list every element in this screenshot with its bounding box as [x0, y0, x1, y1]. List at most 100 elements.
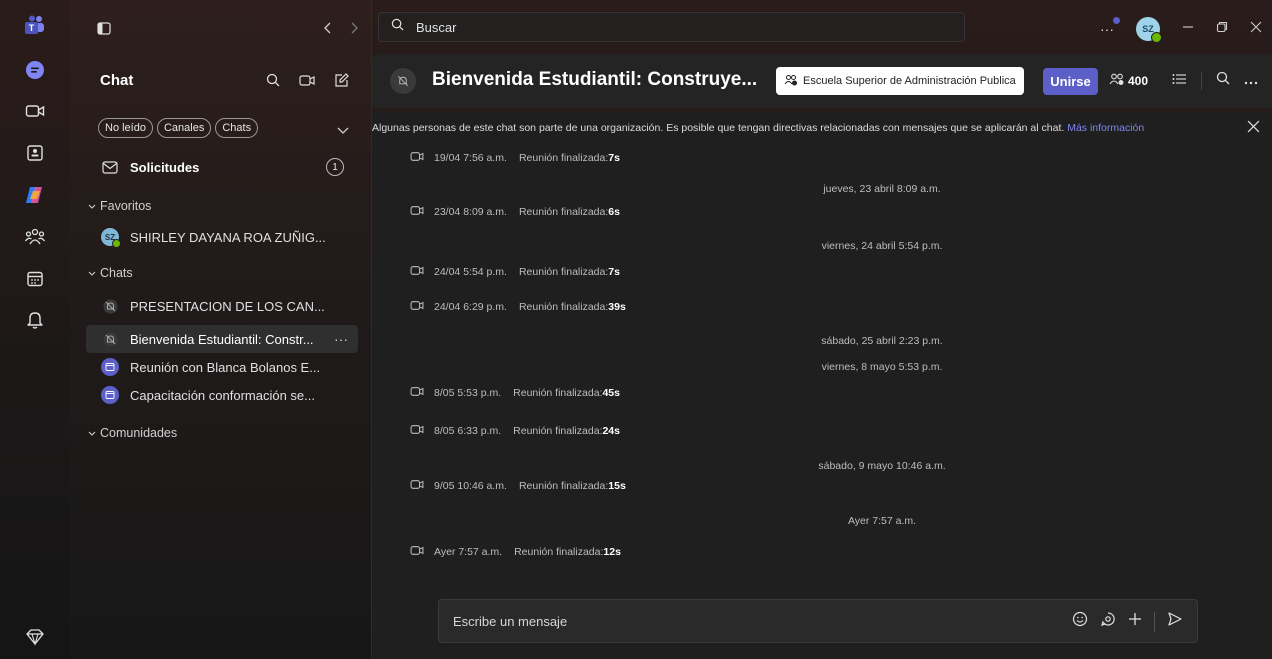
avatar: SZ [101, 228, 121, 248]
participants-button[interactable]: 400 [1109, 73, 1148, 89]
loop-icon[interactable] [1100, 611, 1116, 632]
event-timestamp: 24/04 5:54 p.m. [434, 266, 507, 278]
filter-chats[interactable]: Chats [215, 118, 259, 138]
event-timestamp: 23/04 8:09 a.m. [434, 206, 507, 218]
chats-section-toggle[interactable]: Chats [88, 266, 133, 280]
search-placeholder: Buscar [416, 19, 457, 35]
event-duration: 24s [602, 425, 620, 437]
favorites-section-toggle[interactable]: Favoritos [88, 199, 151, 213]
premium-diamond-icon[interactable] [22, 624, 48, 650]
meeting-ended-event: 9/05 10:46 a.m. Reunión finalizada: 15s [410, 479, 626, 493]
date-separator: sábado, 25 abril 2:23 p.m. [821, 335, 943, 347]
event-text: Reunión finalizada: [514, 546, 604, 558]
filter-channels[interactable]: Canales [156, 118, 212, 138]
learn-more-link[interactable]: Más información [1067, 122, 1144, 134]
chat-item[interactable]: Reunión con Blanca Bolanos E... [86, 353, 358, 381]
event-text: Reunión finalizada: [518, 152, 609, 164]
composer-placeholder: Escribe un mensaje [453, 613, 568, 629]
chevron-down-icon[interactable] [333, 121, 353, 141]
video-camera-icon [410, 300, 424, 314]
teams-logo-icon[interactable]: T [22, 12, 48, 38]
date-separator: viernes, 8 mayo 5:53 p.m. [821, 361, 943, 373]
chat-list-pane: Chat No leído Canales Chats Solicitudes … [70, 0, 372, 659]
event-timestamp: Ayer 7:57 a.m. [434, 546, 503, 558]
join-button[interactable]: Unirse [1043, 68, 1098, 95]
settings-more-button[interactable]: ··· [1100, 17, 1120, 37]
organization-badge[interactable]: Escuela Superior de Administración Publi… [776, 67, 1024, 95]
chat-item-label: Bienvenida Estudiantil: Constr... [130, 331, 314, 347]
forward-arrow-icon[interactable] [344, 18, 364, 38]
communities-section-toggle[interactable]: Comunidades [88, 426, 177, 440]
chat-pane-title: Chat [100, 72, 134, 89]
message-list: 19/04 7:56 a.m. Reunión finalizada: 7s jue… [372, 144, 1272, 659]
communities-icon[interactable] [22, 224, 48, 250]
video-camera-icon [410, 265, 424, 279]
event-text: Reunión finalizada: [518, 206, 609, 218]
event-timestamp: 19/04 7:56 a.m. [434, 152, 507, 164]
minimize-icon[interactable] [1182, 20, 1194, 38]
search-icon[interactable] [1216, 71, 1230, 90]
chat-item[interactable]: Capacitación conformación se... [86, 381, 358, 409]
event-duration: 39s [608, 301, 626, 313]
chat-item-label: Reunión con Blanca Bolanos E... [130, 359, 321, 375]
chat-item-label: Capacitación conformación se... [130, 387, 315, 403]
meet-now-icon[interactable] [297, 70, 317, 90]
title-bar: Buscar ··· SZ [372, 12, 1272, 43]
event-duration: 12s [603, 546, 621, 558]
composer-divider [1154, 611, 1155, 632]
chat-header: Bienvenida Estudiantil: Construye... Esc… [372, 54, 1272, 108]
more-options-icon[interactable] [1244, 72, 1258, 90]
meeting-ended-event: 8/05 6:33 p.m. Reunión finalizada: 24s [410, 424, 620, 438]
close-icon[interactable] [1250, 20, 1262, 38]
close-icon[interactable] [1247, 120, 1260, 136]
restore-icon[interactable] [1216, 20, 1228, 38]
chat-title: Bienvenida Estudiantil: Construye... [432, 69, 758, 90]
add-icon[interactable] [1128, 612, 1142, 631]
assignments-icon[interactable] [22, 140, 48, 166]
app-rail: T [0, 0, 70, 659]
event-duration: 15s [608, 480, 626, 492]
filter-unread[interactable]: No leído [98, 118, 153, 138]
banner-text: Algunas personas de este chat son parte … [372, 122, 1145, 134]
video-camera-icon [410, 424, 424, 438]
date-separator: viernes, 24 abril 5:54 p.m. [821, 240, 943, 252]
activity-bell-icon[interactable] [22, 307, 48, 333]
video-camera-icon [410, 545, 424, 559]
emoji-icon[interactable] [1072, 611, 1088, 632]
search-input[interactable]: Buscar [378, 12, 965, 42]
list-view-icon[interactable] [1172, 72, 1187, 90]
org-policy-banner: Algunas personas de este chat son parte … [372, 112, 1272, 144]
search-icon[interactable] [263, 70, 283, 90]
message-composer[interactable]: Escribe un mensaje [438, 599, 1198, 643]
requests-item[interactable]: Solicitudes 1 [86, 153, 358, 181]
new-chat-icon[interactable] [331, 70, 351, 90]
chat-filters: No leído Canales Chats [98, 118, 259, 138]
meet-icon[interactable] [22, 98, 48, 124]
favorite-chat-item[interactable]: SZ SHIRLEY DAYANA ROA ZUÑIG... [86, 223, 358, 251]
chat-item[interactable]: PRESENTACION DE LOS CAN... [86, 292, 358, 320]
meeting-icon [101, 358, 119, 376]
event-text: Reunión finalizada: [513, 387, 603, 399]
calendar-icon[interactable] [22, 266, 48, 292]
header-divider [1201, 71, 1202, 90]
send-icon[interactable] [1167, 611, 1183, 632]
video-camera-icon [410, 151, 424, 165]
date-separator: sábado, 9 mayo 10:46 a.m. [818, 460, 946, 472]
event-text: Reunión finalizada: [518, 480, 609, 492]
date-separator: jueves, 23 abril 8:09 a.m. [823, 183, 941, 195]
requests-label: Solicitudes [130, 159, 200, 175]
event-timestamp: 8/05 5:53 p.m. [434, 387, 502, 399]
meeting-ended-event: 8/05 5:53 p.m. Reunión finalizada: 45s [410, 386, 620, 400]
chat-icon[interactable] [22, 57, 48, 83]
toggle-sidebar-icon[interactable] [94, 18, 114, 38]
chat-item-selected[interactable]: Bienvenida Estudiantil: Constr... ··· [86, 325, 358, 353]
event-timestamp: 8/05 6:33 p.m. [434, 425, 502, 437]
event-duration: 45s [602, 387, 620, 399]
favorite-chat-label: SHIRLEY DAYANA ROA ZUÑIG... [130, 229, 326, 245]
communities-label: Comunidades [100, 426, 178, 440]
more-options-icon[interactable]: ··· [334, 331, 348, 347]
chats-label: Chats [100, 266, 133, 280]
copilot-icon[interactable] [22, 182, 48, 208]
back-arrow-icon[interactable] [318, 18, 338, 38]
avatar[interactable]: SZ [1136, 17, 1162, 43]
